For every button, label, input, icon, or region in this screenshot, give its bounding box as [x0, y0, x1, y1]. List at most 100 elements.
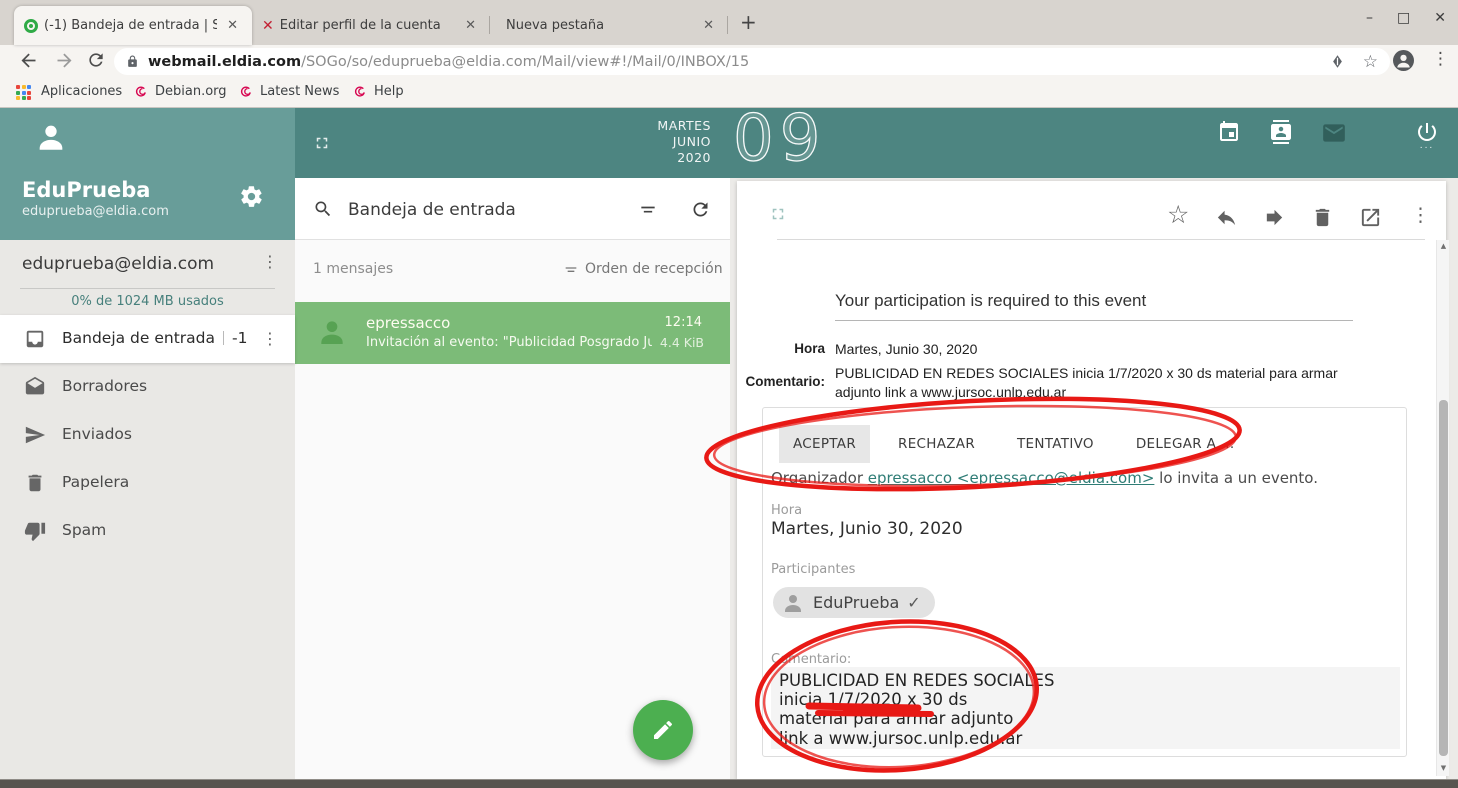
message-list-column: Bandeja de entrada 1 mensajes Orden de r…	[295, 178, 730, 779]
search-row: Bandeja de entrada	[295, 178, 730, 240]
search-input[interactable]: Bandeja de entrada	[348, 200, 516, 220]
divider	[777, 239, 1425, 240]
mail-module-icon[interactable]	[1321, 120, 1347, 146]
hora-value: Martes, Junio 30, 2020	[771, 519, 963, 539]
bookmark-debian[interactable]: Debian.org	[155, 84, 227, 99]
unread-count: -1	[232, 329, 247, 347]
scroll-up-icon[interactable]: ▲	[1437, 242, 1450, 250]
minimize-button[interactable]: –	[1366, 10, 1373, 26]
comment-header-label: Comentario:	[740, 374, 825, 389]
sidebar-item-drafts[interactable]: Borradores	[0, 363, 295, 411]
participant-chip[interactable]: EduPrueba ✓	[773, 587, 935, 618]
participation-note: Your participation is required to this e…	[835, 291, 1146, 311]
calendar-module-icon[interactable]	[1217, 120, 1241, 144]
scroll-down-icon[interactable]: ▼	[1437, 764, 1450, 772]
list-subheader: 1 mensajes Orden de recepción	[295, 240, 730, 298]
sidebar-item-trash[interactable]: Papelera	[0, 459, 295, 507]
forward-icon[interactable]	[54, 50, 75, 71]
folder-label: Borradores	[62, 377, 147, 395]
reload-icon[interactable]	[86, 50, 106, 70]
hora-header-label: Hora	[747, 341, 825, 356]
window-controls: – □ ✕	[1366, 10, 1446, 26]
close-tab-icon[interactable]: ✕	[223, 18, 242, 33]
mail-more-menu-icon[interactable]: ⋮	[1411, 206, 1430, 225]
close-window-button[interactable]: ✕	[1434, 10, 1446, 26]
search-icon[interactable]	[313, 199, 333, 219]
reply-icon[interactable]	[1215, 206, 1238, 229]
bookmark-star-icon[interactable]: ☆	[1363, 52, 1378, 72]
sidebar-item-inbox[interactable]: Bandeja de entrada-1 ⋮	[0, 315, 295, 363]
refresh-icon[interactable]	[690, 199, 711, 220]
compose-fab-button[interactable]	[633, 700, 693, 760]
message-list-item[interactable]: epressacco 12:14 Invitación al evento: "…	[295, 302, 730, 364]
divider	[20, 288, 275, 289]
star-flag-icon[interactable]: ☆	[1167, 200, 1189, 229]
hora-label: Hora	[771, 503, 802, 518]
bookmarks-bar: Aplicaciones Debian.org Latest News Help	[0, 77, 1458, 108]
tab-title: Nueva pestaña	[506, 18, 693, 33]
sender-avatar-icon	[316, 316, 348, 348]
account-label: eduprueba@eldia.com	[22, 254, 214, 274]
maximize-button[interactable]: □	[1397, 10, 1410, 26]
debian-swirl-icon	[239, 84, 254, 99]
tentative-button[interactable]: TENTATIVO	[1003, 425, 1108, 463]
url-host: webmail.eldia.com	[148, 54, 301, 70]
divider	[223, 331, 224, 345]
account-menu-icon[interactable]: ⋮	[262, 254, 278, 270]
bookmark-help[interactable]: Help	[374, 84, 404, 99]
inbox-icon	[24, 328, 46, 350]
message-sender: epressacco	[366, 314, 450, 332]
comment-label: Comentario:	[771, 652, 851, 667]
sidebar-item-sent[interactable]: Enviados	[0, 411, 295, 459]
forward-icon[interactable]	[1263, 206, 1286, 229]
browser-toolbar: webmail.eldia.com /SOGo/so/eduprueba@eld…	[0, 45, 1458, 77]
debian-swirl-icon	[353, 84, 368, 99]
bookmark-aplicaciones[interactable]: Aplicaciones	[41, 84, 122, 99]
url-bar[interactable]: webmail.eldia.com /SOGo/so/eduprueba@eld…	[114, 48, 1390, 75]
delete-icon[interactable]	[1311, 206, 1334, 229]
day-number: 09	[733, 102, 826, 176]
expand-mail-icon[interactable]	[769, 205, 787, 223]
close-tab-icon[interactable]: ✕	[699, 18, 718, 33]
bookmark-latest-news[interactable]: Latest News	[260, 84, 339, 99]
new-tab-button[interactable]: +	[740, 10, 757, 34]
browser-menu-icon[interactable]: ⋮	[1432, 49, 1449, 69]
year-label: 2020	[635, 150, 711, 166]
scrollbar-thumb[interactable]	[1439, 400, 1448, 756]
tab-title: (-1) Bandeja de entrada | SO	[44, 18, 217, 33]
sidebar: eduprueba@eldia.com ⋮ 0% de 1024 MB usad…	[0, 240, 295, 779]
settings-gear-icon[interactable]	[239, 184, 264, 209]
logout-power-icon[interactable]: ...	[1415, 120, 1439, 148]
contacts-module-icon[interactable]	[1269, 120, 1293, 144]
hora-header-value: Martes, Junio 30, 2020	[835, 340, 977, 359]
sort-order-label[interactable]: Orden de recepción	[585, 261, 723, 277]
folder-label: Papelera	[62, 473, 129, 491]
fullscreen-icon[interactable]	[313, 134, 331, 152]
tab-new[interactable]: Nueva pestaña ✕	[490, 6, 728, 45]
drafts-icon	[24, 376, 46, 398]
folder-menu-icon[interactable]: ⋮	[262, 331, 278, 347]
comment-line: material para armar adjunto	[779, 709, 1392, 728]
date-block: MARTES JUNIO 2020	[635, 118, 711, 166]
tab-inbox[interactable]: (-1) Bandeja de entrada | SO ✕	[14, 6, 252, 45]
send-icon	[24, 424, 46, 446]
sort-icon[interactable]	[638, 200, 658, 220]
tab-edit-profile[interactable]: ✕ Editar perfil de la cuenta ✕	[252, 6, 490, 45]
participant-name: EduPrueba	[813, 593, 899, 612]
apps-grid-icon[interactable]	[16, 85, 31, 100]
message-count: 1 mensajes	[313, 261, 393, 277]
decline-button[interactable]: RECHAZAR	[884, 425, 989, 463]
organizer-link[interactable]: epressacco <epressacco@eldia.com>	[868, 469, 1155, 487]
sidebar-item-spam[interactable]: Spam	[0, 507, 295, 555]
open-in-new-icon[interactable]	[1359, 206, 1382, 229]
sort-order-icon[interactable]	[563, 262, 579, 278]
accept-button[interactable]: ACEPTAR	[779, 425, 870, 463]
participants-label: Participantes	[771, 562, 855, 577]
close-tab-icon[interactable]: ✕	[461, 18, 480, 33]
profile-avatar[interactable]	[1393, 50, 1414, 71]
back-icon[interactable]	[18, 50, 39, 71]
weekday-label: MARTES	[635, 118, 711, 134]
delegate-button[interactable]: DELEGAR A ...	[1122, 425, 1249, 463]
mail-scrollbar[interactable]: ▲ ▼	[1436, 240, 1449, 776]
extension-icon[interactable]	[1330, 54, 1345, 69]
